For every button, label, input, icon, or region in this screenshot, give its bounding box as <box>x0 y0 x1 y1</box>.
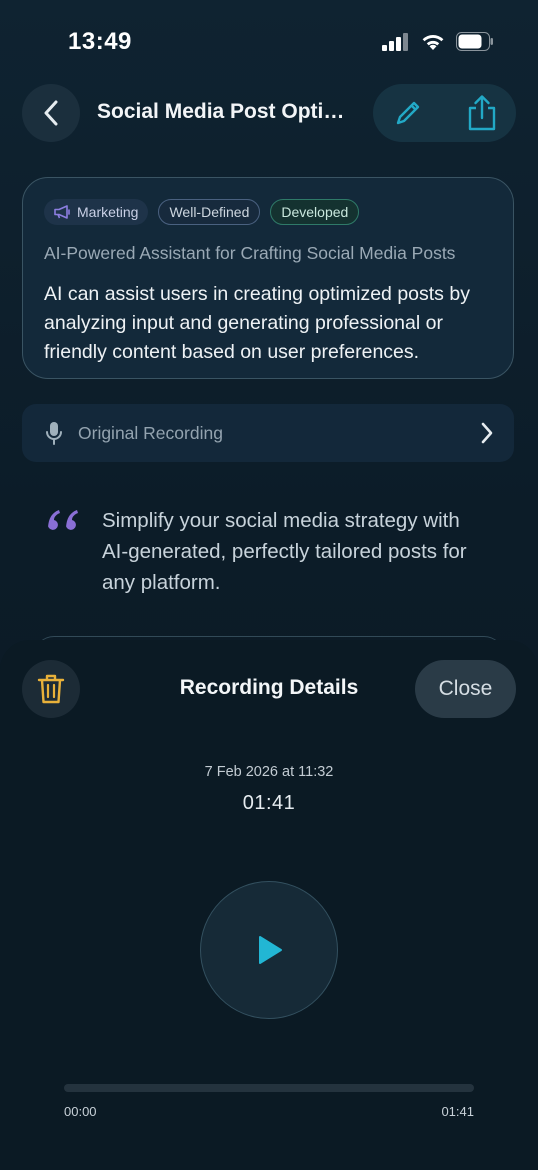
megaphone-icon <box>54 205 70 219</box>
elapsed-time: 00:00 <box>64 1104 97 1119</box>
play-button[interactable] <box>200 881 338 1019</box>
share-icon <box>468 95 496 131</box>
microphone-icon <box>46 422 62 445</box>
playback-scrubber[interactable] <box>64 1084 474 1092</box>
chevron-left-icon <box>44 100 58 126</box>
battery-icon <box>456 32 493 51</box>
recording-details-sheet: Recording Details Close 7 Feb 2026 at 11… <box>0 640 538 1170</box>
chevron-right-icon <box>481 422 493 444</box>
header-actions <box>373 84 516 142</box>
tag-list: Marketing Well-Defined Developed <box>44 199 360 225</box>
recording-duration: 01:41 <box>242 792 296 814</box>
play-icon <box>259 936 282 964</box>
original-recording-row[interactable]: Original Recording <box>22 404 514 462</box>
quote-icon <box>47 510 78 530</box>
total-time: 01:41 <box>441 1104 474 1119</box>
tag-developed: Developed <box>270 199 360 225</box>
idea-description: AI can assist users in creating optimize… <box>44 283 470 363</box>
status-bar: 13:49 <box>0 0 538 88</box>
page-title: Social Media Post Optimizer <box>97 100 362 123</box>
original-recording-label: Original Recording <box>78 423 223 443</box>
tag-marketing-label: Marketing <box>77 204 139 220</box>
quote-text: Simplify your social media strategy with… <box>102 509 467 594</box>
share-button[interactable] <box>451 84 513 142</box>
close-button[interactable]: Close <box>415 660 516 718</box>
recording-date: 7 Feb 2026 at 11:32 <box>204 764 334 780</box>
idea-card: Marketing Well-Defined Developed AI-Powe… <box>22 177 514 379</box>
status-time: 13:49 <box>68 28 132 55</box>
idea-subtitle: AI-Powered Assistant for Crafting Social… <box>44 243 456 263</box>
cellular-signal-icon <box>382 32 408 51</box>
pencil-icon <box>396 101 420 125</box>
tag-marketing: Marketing <box>44 199 149 225</box>
edit-button[interactable] <box>377 84 439 142</box>
tag-well-defined: Well-Defined <box>158 199 261 225</box>
header: Social Media Post Optimizer <box>0 84 538 142</box>
wifi-icon <box>422 35 444 50</box>
back-button[interactable] <box>22 84 80 142</box>
status-icons <box>382 32 494 51</box>
